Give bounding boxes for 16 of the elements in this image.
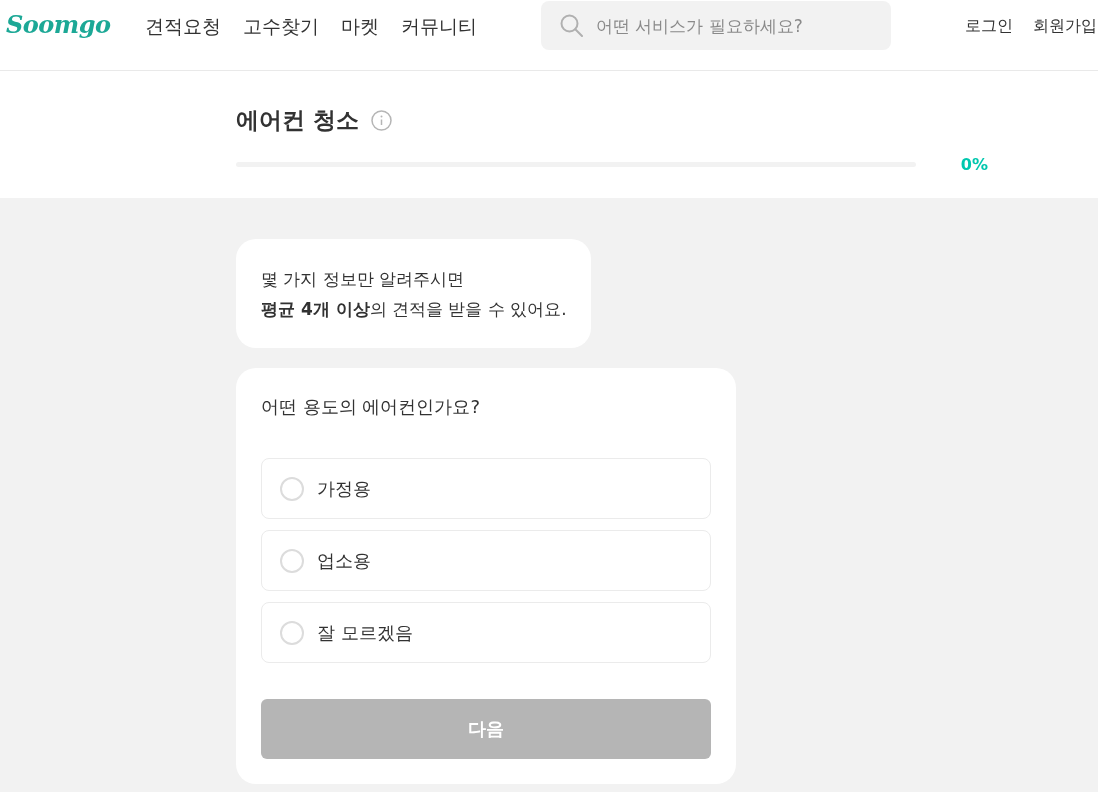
option-button[interactable]: 업소용 xyxy=(261,530,711,591)
intro-message: 몇 가지 정보만 알려주시면 평균 4개 이상의 견적을 받을 수 있어요. xyxy=(236,239,591,348)
auth-link[interactable]: 로그인 xyxy=(965,14,1013,38)
info-icon[interactable] xyxy=(371,109,392,131)
option-button[interactable]: 잘 모르겠음 xyxy=(261,602,711,663)
option-button[interactable]: 가정용 xyxy=(261,458,711,519)
nav-link[interactable]: 커뮤니티 xyxy=(400,12,477,40)
nav-link[interactable]: 마켓 xyxy=(340,12,379,40)
progress-percent: 0% xyxy=(960,155,988,174)
search-icon xyxy=(560,14,583,37)
auth-link[interactable]: 회원가입 xyxy=(1033,14,1097,38)
page-title: 에어컨 청소 xyxy=(236,105,359,135)
question-text: 어떤 용도의 에어컨인가요? xyxy=(261,395,481,419)
search-field[interactable]: 어떤 서비스가 필요하세요? xyxy=(541,1,891,50)
nav-link[interactable]: 견적요청 xyxy=(144,12,221,40)
nav-link[interactable]: 고수찾기 xyxy=(242,12,319,40)
